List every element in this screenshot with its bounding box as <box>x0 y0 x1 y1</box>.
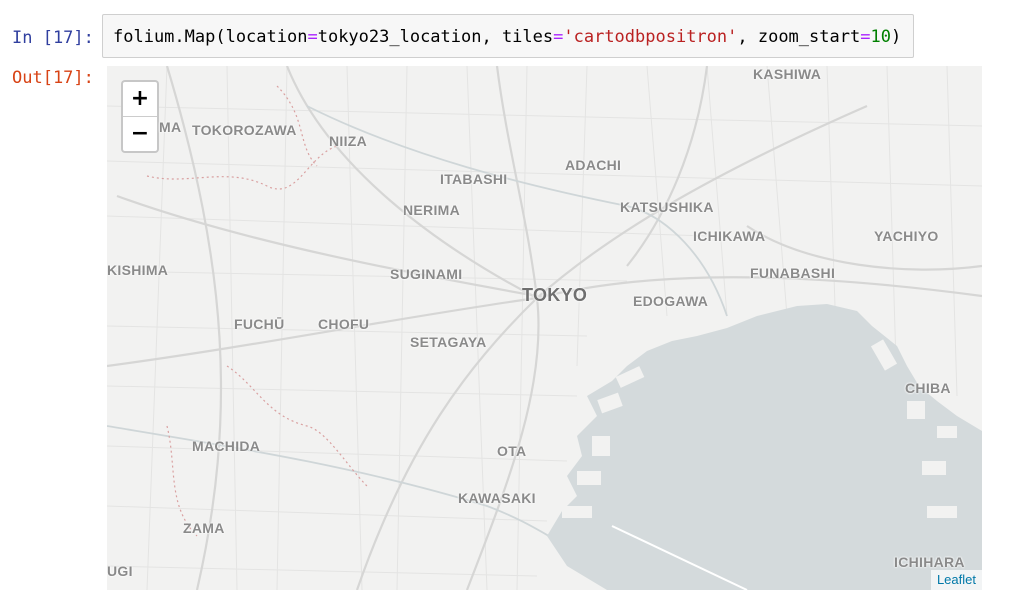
place-label-tokyo: TOKYO <box>522 285 588 305</box>
place-label-ugi: UGI <box>107 563 133 579</box>
leaflet-attribution-link[interactable]: Leaflet <box>930 570 982 590</box>
place-label-kashiwa: KASHIWA <box>753 66 822 82</box>
code-operator: = <box>553 27 564 47</box>
place-label-chiba: CHIBA <box>905 380 951 396</box>
place-label-kawasaki: KAWASAKI <box>458 490 536 506</box>
place-label-setagaya: SETAGAYA <box>410 334 487 350</box>
place-label-machida: MACHIDA <box>192 438 261 454</box>
place-label-ota: OTA <box>497 443 527 459</box>
place-label-ma: MA <box>159 119 182 135</box>
code-location-var: tokyo23_location, tiles <box>317 27 554 47</box>
code-cell[interactable]: folium.Map(location=tokyo23_location, ti… <box>102 14 914 58</box>
code-line: folium.Map(location=tokyo23_location, ti… <box>113 27 901 47</box>
place-label-ichikawa: ICHIKAWA <box>693 228 766 244</box>
code-operator: = <box>860 27 871 47</box>
place-label-itabashi: ITABASHI <box>440 171 508 187</box>
place-label-edogawa: EDOGAWA <box>633 293 709 309</box>
place-label-ichihara: ICHIHARA <box>894 554 965 570</box>
place-label-suginami: SUGINAMI <box>390 266 463 282</box>
code-fn: folium.Map(location <box>113 27 308 47</box>
place-label-fuchu: FUCHŪ <box>234 316 285 332</box>
output-prompt: Out[17]: <box>12 68 94 88</box>
place-label-niiza: NIIZA <box>329 133 368 149</box>
zoom-in-button[interactable]: + <box>123 82 157 116</box>
code-tiles-string: 'cartodbpositron' <box>563 27 738 47</box>
place-label-yachiyo: YACHIYO <box>874 228 939 244</box>
place-label-funabashi: FUNABASHI <box>750 265 836 281</box>
map-output[interactable]: + − KASHIWA MA TOKOROZAWA NIIZA ADACHI I… <box>107 66 982 590</box>
zoom-out-button[interactable]: − <box>123 116 157 151</box>
place-label-nerima: NERIMA <box>403 202 461 218</box>
code-close-paren: ) <box>890 27 902 47</box>
code-operator: = <box>307 27 318 47</box>
place-label-katsushika: KATSUSHIKA <box>620 199 714 215</box>
place-label-zama: ZAMA <box>183 520 225 536</box>
code-separator: , zoom_start <box>737 27 861 47</box>
place-label-tokorozawa: TOKOROZAWA <box>192 122 297 138</box>
place-label-kishima: KISHIMA <box>107 262 169 278</box>
input-prompt: In [17]: <box>12 28 94 48</box>
zoom-control: + − <box>121 80 159 153</box>
place-label-adachi: ADACHI <box>565 157 622 173</box>
place-label-chofu: CHOFU <box>318 316 370 332</box>
code-zoom-number: 10 <box>870 27 891 47</box>
